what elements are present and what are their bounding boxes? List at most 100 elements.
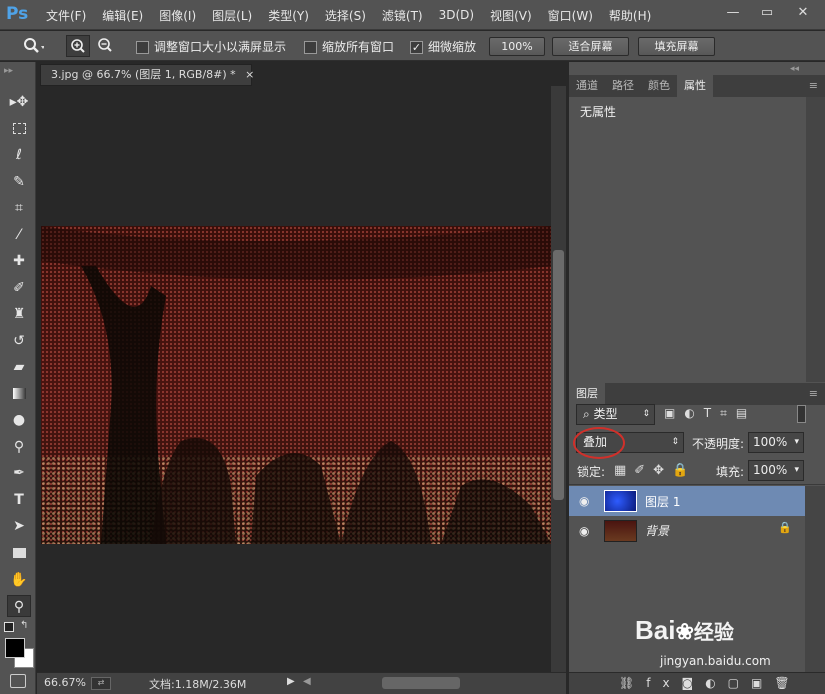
fit-screen-button[interactable]: 适合屏幕 (552, 37, 629, 56)
menu-type[interactable]: 类型(Y) (268, 7, 309, 24)
minimize-button[interactable]: — (718, 2, 748, 24)
menu-view[interactable]: 视图(V) (490, 7, 532, 24)
status-bar: 66.67% ⇄ 文档:1.18M/2.36M ▶ ◀ (37, 672, 566, 694)
layers-bottom-bar: ⛓fx◙◐▢▣🗑 (569, 672, 825, 694)
scroll-left-icon[interactable]: ◀ (303, 676, 311, 687)
baidu-watermark-logo: Bai❀经验 (635, 615, 734, 645)
crop-tool-icon[interactable]: ⌗ (7, 197, 31, 219)
layers-scrollbar[interactable] (805, 486, 825, 672)
menu-window[interactable]: 窗口(W) (548, 7, 593, 24)
baidu-watermark-url: jingyan.baidu.com (660, 654, 771, 668)
menu-file[interactable]: 文件(F) (46, 7, 86, 24)
layer-filter-icons[interactable]: ▣◐T⌗▤ (664, 406, 756, 421)
menu-select[interactable]: 选择(S) (325, 7, 366, 24)
no-properties-text: 无属性 (580, 105, 617, 119)
zoom-tool-icon[interactable] (22, 37, 44, 55)
properties-scrollbar[interactable] (806, 97, 825, 382)
document-image[interactable] (41, 226, 551, 544)
restore-button[interactable]: ▭ (752, 2, 782, 24)
menu-3d[interactable]: 3D(D) (439, 8, 474, 22)
layer-name[interactable]: 背景 (645, 522, 669, 539)
gradient-tool-icon[interactable] (7, 383, 31, 405)
panel-collapse-icon[interactable]: ◂◂ (790, 64, 799, 74)
visibility-eye-icon[interactable]: ◉ (579, 524, 589, 538)
hand-tool-icon[interactable]: ✋ (7, 569, 31, 591)
history-brush-tool-icon[interactable]: ↺ (7, 330, 31, 352)
foreground-color-swatch[interactable] (5, 638, 25, 658)
toolbar-collapse-icon[interactable]: ▸▸ (4, 66, 13, 76)
fill-screen-button[interactable]: 填充屏幕 (638, 37, 715, 56)
layer-filter-select[interactable]: ⌕ 类型 ⇕ (576, 404, 655, 425)
blend-mode-chevron-icon: ⇕ (671, 437, 679, 447)
opacity-label: 不透明度: (692, 437, 745, 451)
blur-tool-icon[interactable]: ● (7, 409, 31, 431)
canvas-scroll-thumb[interactable] (553, 250, 564, 500)
panel-menu-icon[interactable]: ≡ (802, 75, 825, 97)
scrubby-zoom-checkbox[interactable]: ✓ (410, 41, 423, 54)
menu-image[interactable]: 图像(I) (159, 7, 196, 24)
layer-lock-icon: 🔒 (778, 521, 792, 534)
zoom-out-button[interactable] (94, 35, 116, 57)
scrubby-zoom-option[interactable]: ✓ 细微缩放 (410, 38, 476, 55)
share-icon[interactable]: ⇄ (91, 677, 111, 690)
document-tab-close-icon[interactable]: × (245, 68, 254, 81)
close-window-button[interactable]: ✕ (788, 2, 818, 24)
lasso-tool-icon[interactable]: ℓ (7, 144, 31, 166)
tab-layers[interactable]: 图层 (569, 383, 605, 405)
status-document-info: 文档:1.18M/2.36M (149, 678, 247, 691)
filter-search-icon: ⌕ (583, 407, 594, 421)
menu-help[interactable]: 帮助(H) (609, 7, 651, 24)
opacity-input[interactable]: 100% ▾ (748, 432, 804, 453)
document-tab[interactable]: 3.jpg @ 66.7% (图层 1, RGB/8#) * × (40, 64, 254, 86)
lock-label: 锁定: (577, 465, 606, 479)
type-tool-icon[interactable]: T (7, 489, 31, 511)
brush-tool-icon[interactable]: ✐ (7, 277, 31, 299)
marquee-tool-icon[interactable] (7, 118, 31, 140)
menu-layer[interactable]: 图层(L) (212, 7, 252, 24)
eyedropper-tool-icon[interactable]: ⁄ (7, 224, 31, 246)
zoom-all-checkbox[interactable] (304, 41, 317, 54)
main-menu: 文件(F) 编辑(E) 图像(I) 图层(L) 类型(Y) 选择(S) 滤镜(T… (46, 0, 667, 30)
status-zoom[interactable]: 66.67% (44, 676, 86, 689)
properties-panel-tabs: 通道 路径 颜色 属性 ≡ (569, 75, 825, 97)
shape-tool-icon[interactable] (7, 542, 31, 564)
horizontal-scroll-thumb[interactable] (382, 677, 460, 689)
resize-windows-option[interactable]: 调整窗口大小以满屏显示 (136, 38, 286, 55)
tab-color[interactable]: 颜色 (641, 75, 677, 97)
pen-tool-icon[interactable]: ✒ (7, 462, 31, 484)
filter-toggle-switch[interactable] (797, 405, 806, 423)
zoom-in-button[interactable] (66, 35, 90, 57)
document-tab-title: 3.jpg @ 66.7% (图层 1, RGB/8#) * (51, 68, 236, 81)
layer-1-thumbnail (604, 490, 637, 512)
lock-options-icons[interactable]: ▦✐✥🔒 (614, 463, 696, 478)
status-menu-arrow-icon[interactable]: ▶ (287, 676, 295, 687)
layer-action-icons[interactable]: ⛓fx◙◐▢▣🗑 (619, 676, 802, 690)
red-highlight-circle (573, 427, 625, 459)
path-select-tool-icon[interactable]: ➤ (7, 515, 31, 537)
tab-properties[interactable]: 属性 (677, 75, 713, 97)
menu-edit[interactable]: 编辑(E) (102, 7, 143, 24)
resize-windows-checkbox[interactable] (136, 41, 149, 54)
layer-name[interactable]: 图层 1 (645, 493, 680, 510)
visibility-eye-icon[interactable]: ◉ (579, 494, 589, 508)
quick-select-tool-icon[interactable]: ✎ (7, 171, 31, 193)
quick-mask-icon[interactable] (10, 674, 26, 688)
fill-input[interactable]: 100% ▾ (748, 460, 804, 481)
zoom-100-button[interactable]: 100% (489, 37, 545, 56)
zoom-all-option[interactable]: 缩放所有窗口 (304, 38, 394, 55)
tab-paths[interactable]: 路径 (605, 75, 641, 97)
clone-stamp-tool-icon[interactable]: ♜ (7, 303, 31, 325)
zoom-tool-active-icon[interactable]: ⚲ (7, 595, 31, 617)
layers-panel-menu-icon[interactable]: ≡ (802, 383, 825, 405)
move-tool-icon[interactable]: ▸✥ (7, 91, 31, 113)
default-colors-icon[interactable] (4, 622, 14, 632)
dodge-tool-icon[interactable]: ⚲ (7, 436, 31, 458)
zoom-in-icon (71, 39, 85, 53)
tab-channels[interactable]: 通道 (569, 75, 605, 97)
layers-divider (569, 484, 825, 485)
healing-brush-tool-icon[interactable]: ✚ (7, 250, 31, 272)
menu-filter[interactable]: 滤镜(T) (382, 7, 423, 24)
eraser-tool-icon[interactable]: ▰ (7, 356, 31, 378)
layers-panel-tabs: 图层 ≡ (569, 383, 825, 405)
swap-colors-icon[interactable]: ↰ (20, 620, 28, 631)
